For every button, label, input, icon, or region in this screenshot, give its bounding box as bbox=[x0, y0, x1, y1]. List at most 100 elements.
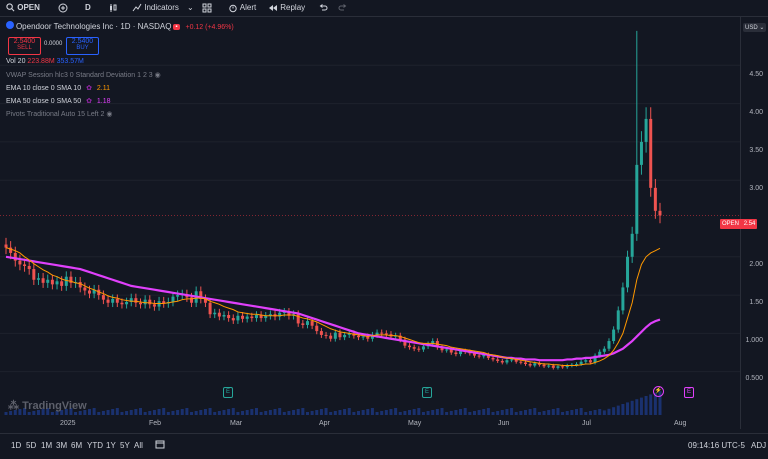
chevron-down-icon[interactable]: ⌄ bbox=[187, 0, 194, 16]
y-tick: 4.50 bbox=[749, 71, 763, 78]
chart-type-button[interactable] bbox=[108, 0, 118, 16]
replay-button[interactable]: Replay bbox=[268, 0, 305, 16]
volume-bar bbox=[264, 411, 268, 415]
candle-body bbox=[644, 118, 648, 142]
sell-button[interactable]: 2.5400 SELL bbox=[8, 37, 41, 55]
volume-bar bbox=[213, 412, 217, 415]
dividend-marker-icon[interactable]: ⚡ bbox=[653, 386, 664, 397]
candle-body bbox=[635, 164, 639, 234]
earnings-marker[interactable]: E bbox=[684, 387, 695, 398]
buy-price: 2.5400 bbox=[71, 38, 94, 45]
volume-bar bbox=[97, 412, 101, 415]
candle-body bbox=[152, 304, 156, 307]
candle-body bbox=[50, 279, 54, 285]
volume-bar bbox=[111, 409, 115, 415]
candle-body bbox=[227, 315, 231, 319]
indicators-button[interactable]: Indicators bbox=[132, 0, 179, 16]
candle-body bbox=[505, 360, 509, 363]
date-range-button[interactable] bbox=[155, 439, 165, 451]
volume-bar bbox=[514, 412, 518, 415]
volume-bar bbox=[268, 410, 272, 415]
candle-body bbox=[658, 210, 662, 216]
candle-body bbox=[575, 364, 579, 366]
volume-bar bbox=[635, 399, 639, 415]
candle-body bbox=[64, 276, 68, 286]
range-1m[interactable]: 1M bbox=[41, 441, 52, 450]
alert-button[interactable]: Alert bbox=[228, 0, 256, 16]
price-change: +0.12 (+4.96%) bbox=[185, 24, 234, 31]
candle-body bbox=[36, 278, 40, 280]
interval-button[interactable]: D bbox=[85, 0, 91, 16]
ema50-line bbox=[5, 255, 661, 362]
volume-bar bbox=[231, 408, 235, 415]
settings-icon[interactable]: ✿ bbox=[86, 85, 92, 92]
candle-body bbox=[139, 302, 143, 305]
eye-off-icon[interactable]: ◉ bbox=[155, 72, 161, 79]
undo-button[interactable] bbox=[318, 0, 328, 16]
candle-body bbox=[171, 296, 175, 302]
buy-button[interactable]: 2.5400 BUY bbox=[66, 37, 99, 55]
volume-bar bbox=[50, 412, 54, 415]
earnings-marker[interactable]: E bbox=[223, 387, 234, 398]
volume-bar bbox=[199, 410, 203, 415]
candle-body bbox=[250, 316, 254, 319]
range-3m[interactable]: 3M bbox=[56, 441, 67, 450]
candle-body bbox=[148, 299, 152, 305]
candle-body bbox=[602, 348, 606, 352]
volume-bar bbox=[176, 410, 180, 415]
tradingview-watermark: ⁂ TradingView bbox=[8, 399, 87, 412]
range-5d[interactable]: 5D bbox=[26, 441, 36, 450]
range-6m[interactable]: 6M bbox=[71, 441, 82, 450]
plus-circle-icon bbox=[58, 3, 68, 13]
candle-body bbox=[60, 281, 64, 286]
volume-bar bbox=[607, 408, 611, 415]
ema10-legend: EMA 10 close 0 SMA 10 ✿ 2.11 bbox=[6, 84, 110, 92]
clock-time[interactable]: 09:14:16 UTC-5 bbox=[688, 441, 745, 450]
volume-bar bbox=[208, 408, 212, 415]
volume-bar bbox=[598, 409, 602, 415]
x-tick: May bbox=[408, 420, 422, 427]
price-tag-label: OPEN bbox=[722, 221, 740, 227]
candle-body bbox=[542, 364, 546, 367]
volume-bar bbox=[389, 409, 393, 415]
symbol-search-button[interactable]: OPEN bbox=[6, 0, 40, 16]
candle-body bbox=[496, 359, 500, 361]
range-ytd[interactable]: YTD bbox=[87, 441, 103, 450]
range-1d[interactable]: 1D bbox=[11, 441, 21, 450]
candle-body bbox=[217, 312, 221, 317]
adj-toggle[interactable]: ADJ bbox=[751, 441, 766, 450]
volume-bar bbox=[472, 411, 476, 415]
volume-bar bbox=[649, 394, 653, 415]
volume-bar bbox=[626, 402, 630, 415]
volume-bar bbox=[496, 411, 500, 415]
volume-bar bbox=[217, 411, 221, 415]
volume-bar bbox=[463, 408, 467, 415]
redo-button[interactable] bbox=[338, 0, 348, 16]
currency-selector[interactable]: USD ⌄ bbox=[743, 23, 767, 32]
candles-icon bbox=[110, 3, 117, 12]
alarm-icon bbox=[229, 4, 237, 13]
templates-button[interactable] bbox=[202, 0, 212, 16]
range-1y[interactable]: 1Y bbox=[106, 441, 116, 450]
volume-bar bbox=[361, 410, 365, 415]
eye-off-icon[interactable]: ◉ bbox=[106, 111, 112, 118]
candle-body bbox=[55, 281, 59, 285]
range-5y[interactable]: 5Y bbox=[120, 441, 130, 450]
range-all[interactable]: All bbox=[134, 441, 143, 450]
volume-bar bbox=[287, 411, 291, 415]
volume-bar bbox=[74, 412, 78, 415]
earnings-marker[interactable]: E bbox=[422, 387, 433, 398]
volume-bar bbox=[27, 412, 31, 415]
vwap-label: VWAP Session hlc3 0 Standard Deviation 1… bbox=[6, 72, 153, 79]
volume-bar bbox=[616, 405, 620, 415]
candle-body bbox=[338, 332, 342, 338]
volume-bar bbox=[282, 412, 286, 415]
settings-icon[interactable]: ✿ bbox=[86, 98, 92, 105]
volume-bar bbox=[125, 411, 129, 415]
ema50-value: 1.18 bbox=[96, 98, 111, 105]
volume-bar bbox=[621, 404, 625, 415]
y-tick: 1.000 bbox=[745, 337, 763, 344]
compare-button[interactable] bbox=[58, 0, 68, 16]
candle-body bbox=[528, 364, 532, 366]
volume-bar bbox=[445, 412, 449, 415]
